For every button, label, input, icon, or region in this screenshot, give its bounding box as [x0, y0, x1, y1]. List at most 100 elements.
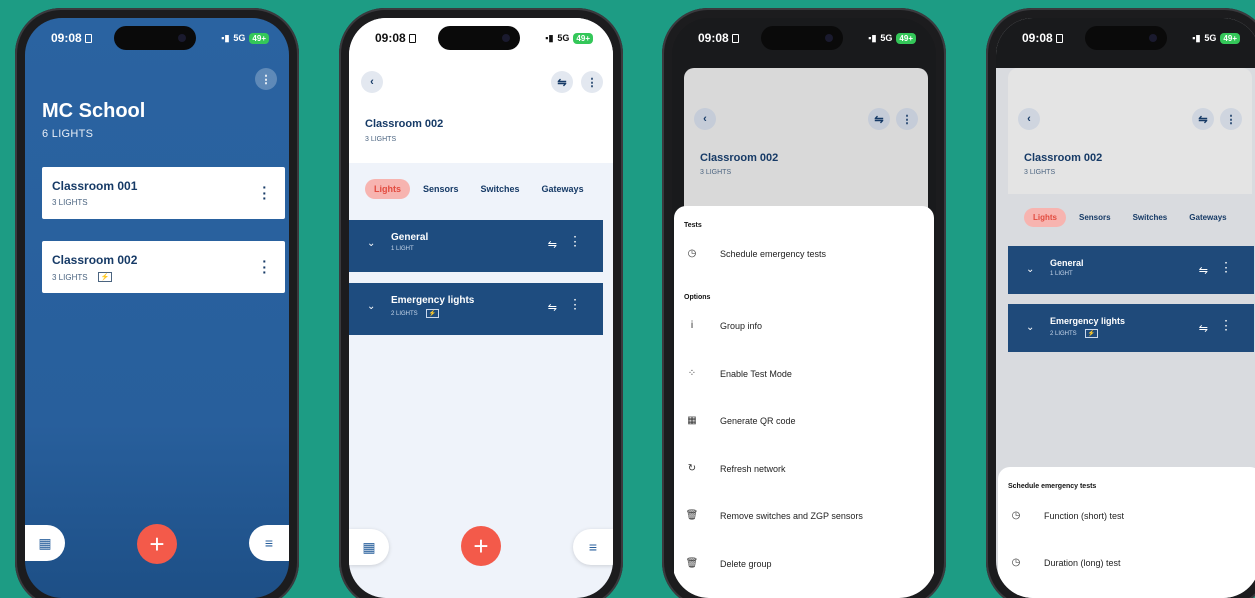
- more-menu-button[interactable]: ⋮: [1220, 108, 1242, 130]
- more-menu-button[interactable]: ⋮: [255, 68, 277, 90]
- emergency-light-icon: ⚡: [1084, 329, 1099, 338]
- tab-gateways[interactable]: Gateways: [1180, 208, 1235, 227]
- tab-switches[interactable]: Switches: [1124, 208, 1177, 227]
- menu-item-function-test[interactable]: ◷ Function (short) test: [1008, 510, 1124, 521]
- room-title: Classroom 002: [700, 152, 779, 164]
- signal-icon: ▪▮: [545, 32, 554, 43]
- menu-item-label: Function (short) test: [1044, 510, 1125, 521]
- tab-lights[interactable]: Lights: [1024, 208, 1066, 227]
- card-more-button[interactable]: · · ·: [262, 180, 267, 205]
- hamburger-icon: ≡: [588, 539, 598, 555]
- sliders-icon[interactable]: ⇋: [1199, 322, 1208, 335]
- battery-badge: 49+: [249, 32, 269, 44]
- back-button[interactable]: ‹: [694, 108, 716, 130]
- options-bottom-sheet: Tests ◷ Schedule emergency tests Options …: [674, 206, 934, 598]
- card-more-button[interactable]: · · ·: [262, 254, 267, 279]
- chevron-down-icon: ⌄: [1026, 264, 1035, 275]
- screen-options-sheet: 09:08 ▪▮ 5G 49+ ‹ ⇋ ⋮ Classroom 002 3 LIGH…: [672, 18, 936, 598]
- more-vertical-icon[interactable]: · · ·: [574, 296, 577, 315]
- menu-button[interactable]: ≡: [573, 529, 613, 565]
- sliders-icon[interactable]: ⇋: [1199, 264, 1208, 277]
- adjust-button[interactable]: ⇋: [551, 71, 573, 93]
- building-button[interactable]: ▦: [349, 529, 389, 565]
- sliders-icon[interactable]: ⇋: [548, 238, 557, 251]
- building-icon: ▦: [38, 534, 52, 551]
- refresh-icon: ↻: [687, 463, 697, 474]
- room-card-classroom-001[interactable]: Classroom 001 3 LIGHTS · · ·: [42, 167, 285, 219]
- network-label: 5G: [1204, 33, 1217, 43]
- status-bar: 09:08 ▪▮ 5G 49+: [375, 30, 593, 46]
- tab-switches[interactable]: Switches: [472, 179, 529, 199]
- menu-item-delete-group[interactable]: 🗑 Delete group: [684, 558, 772, 569]
- trash-icon: 🗑: [685, 510, 699, 521]
- sim-icon: [408, 34, 416, 43]
- building-button[interactable]: ▦: [25, 525, 65, 561]
- screen-building: 09:08 ▪▮ 5G 49+ ⋮ MC School 6 LIGHTS Class…: [25, 18, 289, 598]
- menu-item-remove-switches[interactable]: 🗑 Remove switches and ZGP sensors: [684, 510, 863, 521]
- group-name: Emergency lights: [1050, 316, 1126, 326]
- status-time: 09:08: [1022, 31, 1053, 45]
- more-vertical-icon[interactable]: · · ·: [1225, 259, 1228, 278]
- adjust-button[interactable]: ⇋: [1192, 108, 1214, 130]
- dimmed-header: ‹ ⇋ ⋮ Classroom 002 3 LIGHTS: [684, 68, 928, 208]
- sliders-icon[interactable]: ⇋: [548, 301, 557, 314]
- menu-item-refresh-network[interactable]: ↻ Refresh network: [684, 463, 786, 474]
- qr-code-icon: ▦: [687, 415, 697, 426]
- emergency-light-icon: ⚡: [425, 309, 440, 318]
- screen-room-detail: 09:08 ▪▮ 5G 49+ ‹ ⇋ ⋮ Classroom 002 3 LIGH…: [349, 18, 613, 598]
- group-row-general[interactable]: ⌄ General 1 LIGHT ⇋ · · ·: [1008, 246, 1254, 294]
- chevron-down-icon: ⌄: [1026, 322, 1035, 333]
- chevron-left-icon: ‹: [703, 113, 707, 125]
- status-bar: 09:08 ▪▮ 5G 49+: [698, 30, 916, 46]
- sim-icon: [1055, 34, 1063, 43]
- more-vertical-icon: ⋮: [260, 73, 272, 86]
- battery-badge: 49+: [896, 32, 916, 44]
- add-fab-button[interactable]: +: [461, 526, 501, 566]
- menu-item-group-info[interactable]: ⅰ Group info: [684, 320, 762, 331]
- calendar-clock-icon: ◷: [1011, 510, 1021, 521]
- more-vertical-icon[interactable]: · · ·: [574, 233, 577, 252]
- group-row-general[interactable]: ⌄ General 1 LIGHT ⇋ · · ·: [349, 220, 603, 272]
- group-lights-count: 1 LIGHT: [1050, 271, 1073, 277]
- test-mode-icon: ⁘: [687, 368, 697, 379]
- room-name: Classroom 002: [52, 253, 138, 267]
- room-lights-count: 3 LIGHTS: [52, 272, 88, 282]
- group-name: General: [1050, 258, 1084, 268]
- group-name: Emergency lights: [391, 295, 475, 306]
- phone-1: 09:08 ▪▮ 5G 49+ ⋮ MC School 6 LIGHTS Class…: [15, 8, 299, 598]
- status-time: 09:08: [51, 31, 82, 45]
- chevron-down-icon: ⌄: [367, 238, 376, 249]
- tab-gateways[interactable]: Gateways: [533, 179, 593, 199]
- menu-item-label: Delete group: [720, 558, 772, 569]
- chevron-left-icon: ‹: [370, 76, 374, 88]
- more-menu-button[interactable]: ⋮: [896, 108, 918, 130]
- tab-sensors[interactable]: Sensors: [1070, 208, 1120, 227]
- more-menu-button[interactable]: ⋮: [581, 71, 603, 93]
- signal-icon: ▪▮: [868, 32, 877, 43]
- room-title: Classroom 002: [365, 118, 444, 130]
- tab-sensors[interactable]: Sensors: [414, 179, 468, 199]
- back-button[interactable]: ‹: [1018, 108, 1040, 130]
- group-row-emergency[interactable]: ⌄ Emergency lights 2 LIGHTS ⚡ ⇋ · · ·: [349, 283, 603, 335]
- group-row-emergency[interactable]: ⌄ Emergency lights 2 LIGHTS ⚡ ⇋ · · ·: [1008, 304, 1254, 352]
- back-button[interactable]: ‹: [361, 71, 383, 93]
- sim-icon: [731, 34, 739, 43]
- info-icon: ⅰ: [690, 320, 694, 331]
- menu-button[interactable]: ≡: [249, 525, 289, 561]
- status-time: 09:08: [698, 31, 729, 45]
- more-vertical-icon: · · ·: [262, 179, 267, 207]
- room-card-classroom-002[interactable]: Classroom 002 3 LIGHTS ⚡ · · ·: [42, 241, 285, 293]
- phone-3: 09:08 ▪▮ 5G 49+ ‹ ⇋ ⋮ Classroom 002 3 LIGH…: [662, 8, 946, 598]
- menu-item-test-mode[interactable]: ⁘ Enable Test Mode: [684, 368, 792, 379]
- more-vertical-icon: ⋮: [1225, 113, 1237, 126]
- add-fab-button[interactable]: +: [137, 524, 177, 564]
- sliders-icon: ⇋: [1198, 113, 1208, 126]
- menu-item-duration-test[interactable]: ◷ Duration (long) test: [1008, 557, 1121, 568]
- menu-item-schedule-tests[interactable]: ◷ Schedule emergency tests: [684, 248, 826, 259]
- schedule-bottom-sheet: Schedule emergency tests ◷ Function (shor…: [998, 467, 1255, 598]
- tab-lights[interactable]: Lights: [365, 179, 410, 199]
- menu-item-qr-code[interactable]: ▦ Generate QR code: [684, 415, 795, 426]
- adjust-button[interactable]: ⇋: [868, 108, 890, 130]
- menu-item-label: Refresh network: [720, 463, 786, 474]
- more-vertical-icon[interactable]: · · ·: [1225, 317, 1228, 336]
